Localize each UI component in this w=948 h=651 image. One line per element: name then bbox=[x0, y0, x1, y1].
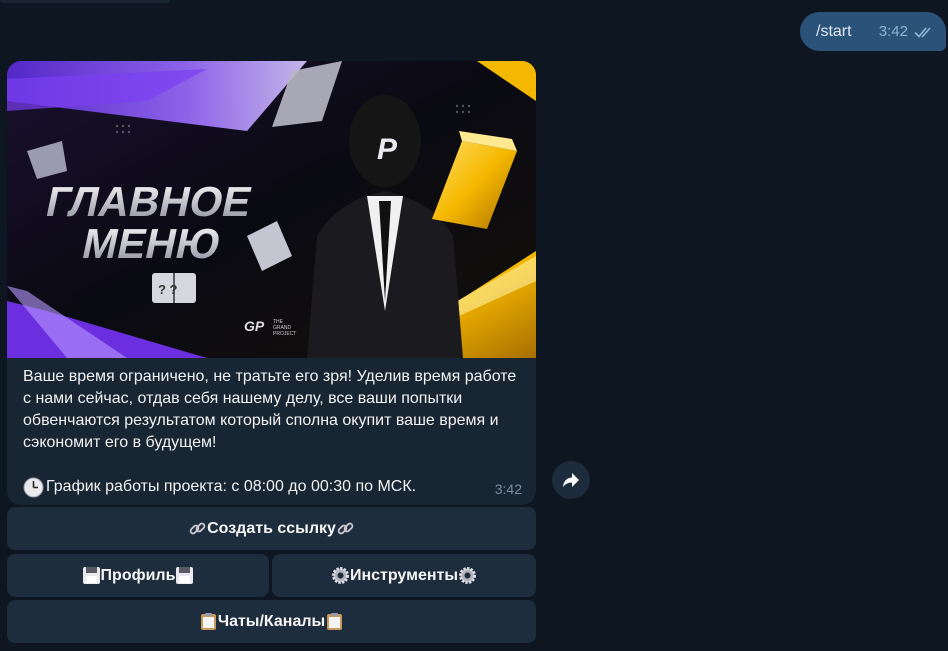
svg-text:? ?: ? ? bbox=[158, 282, 178, 297]
banner-title-line2: МЕНЮ bbox=[78, 220, 225, 266]
link-icon bbox=[337, 522, 354, 535]
message-body: Ваше время ограничено, не тратьте его зр… bbox=[7, 358, 536, 498]
profile-button[interactable]: Профиль bbox=[7, 554, 269, 597]
incoming-message[interactable]: P ГЛАВНОЕ МЕНЮ ? ? GP THE GRAND PROJECT bbox=[7, 61, 536, 505]
gear-icon bbox=[459, 567, 477, 584]
clipboard-icon bbox=[200, 613, 216, 630]
incoming-message-time: 3:42 bbox=[494, 481, 522, 497]
tools-button[interactable]: Инструменты bbox=[272, 554, 536, 597]
link-icon bbox=[189, 522, 206, 535]
schedule-line: График работы проекта: с 08:00 до 00:30 … bbox=[23, 476, 521, 498]
create-link-label: Создать ссылку bbox=[207, 519, 336, 537]
forward-arrow-icon bbox=[563, 473, 579, 487]
banner-title-line1: ГЛАВНОЕ bbox=[42, 178, 256, 224]
chats-channels-label: Чаты/Каналы bbox=[217, 612, 326, 630]
forward-button[interactable] bbox=[552, 461, 590, 499]
chats-channels-button[interactable]: Чаты/Каналы bbox=[7, 600, 536, 643]
floppy-disk-icon bbox=[176, 567, 194, 584]
clock-icon bbox=[23, 477, 44, 497]
svg-text:P: P bbox=[377, 133, 398, 166]
create-link-button[interactable]: Создать ссылку bbox=[7, 507, 536, 550]
outgoing-message-text: /start bbox=[816, 22, 852, 40]
profile-label: Профиль bbox=[100, 566, 176, 584]
floppy-disk-icon bbox=[82, 567, 100, 584]
main-menu-banner[interactable]: P ГЛАВНОЕ МЕНЮ ? ? GP THE GRAND PROJECT bbox=[7, 61, 536, 358]
svg-text:GP: GP bbox=[244, 318, 265, 334]
tools-label: Инструменты bbox=[349, 566, 459, 584]
double-check-icon bbox=[914, 26, 931, 38]
outgoing-message-meta: 3:42 bbox=[879, 23, 936, 40]
schedule-text: График работы проекта: с 08:00 до 00:30 … bbox=[46, 478, 417, 495]
outgoing-message[interactable]: /start 3:42 bbox=[800, 12, 946, 51]
clipboard-icon bbox=[327, 613, 343, 630]
gear-icon bbox=[331, 567, 349, 584]
message-text: Ваше время ограничено, не тратьте его зр… bbox=[23, 368, 517, 451]
logo-text-3: PROJECT bbox=[273, 331, 296, 337]
book-icon: ? ? bbox=[152, 273, 196, 303]
previous-message-edge bbox=[0, 0, 170, 3]
outgoing-message-time: 3:42 bbox=[878, 23, 908, 40]
